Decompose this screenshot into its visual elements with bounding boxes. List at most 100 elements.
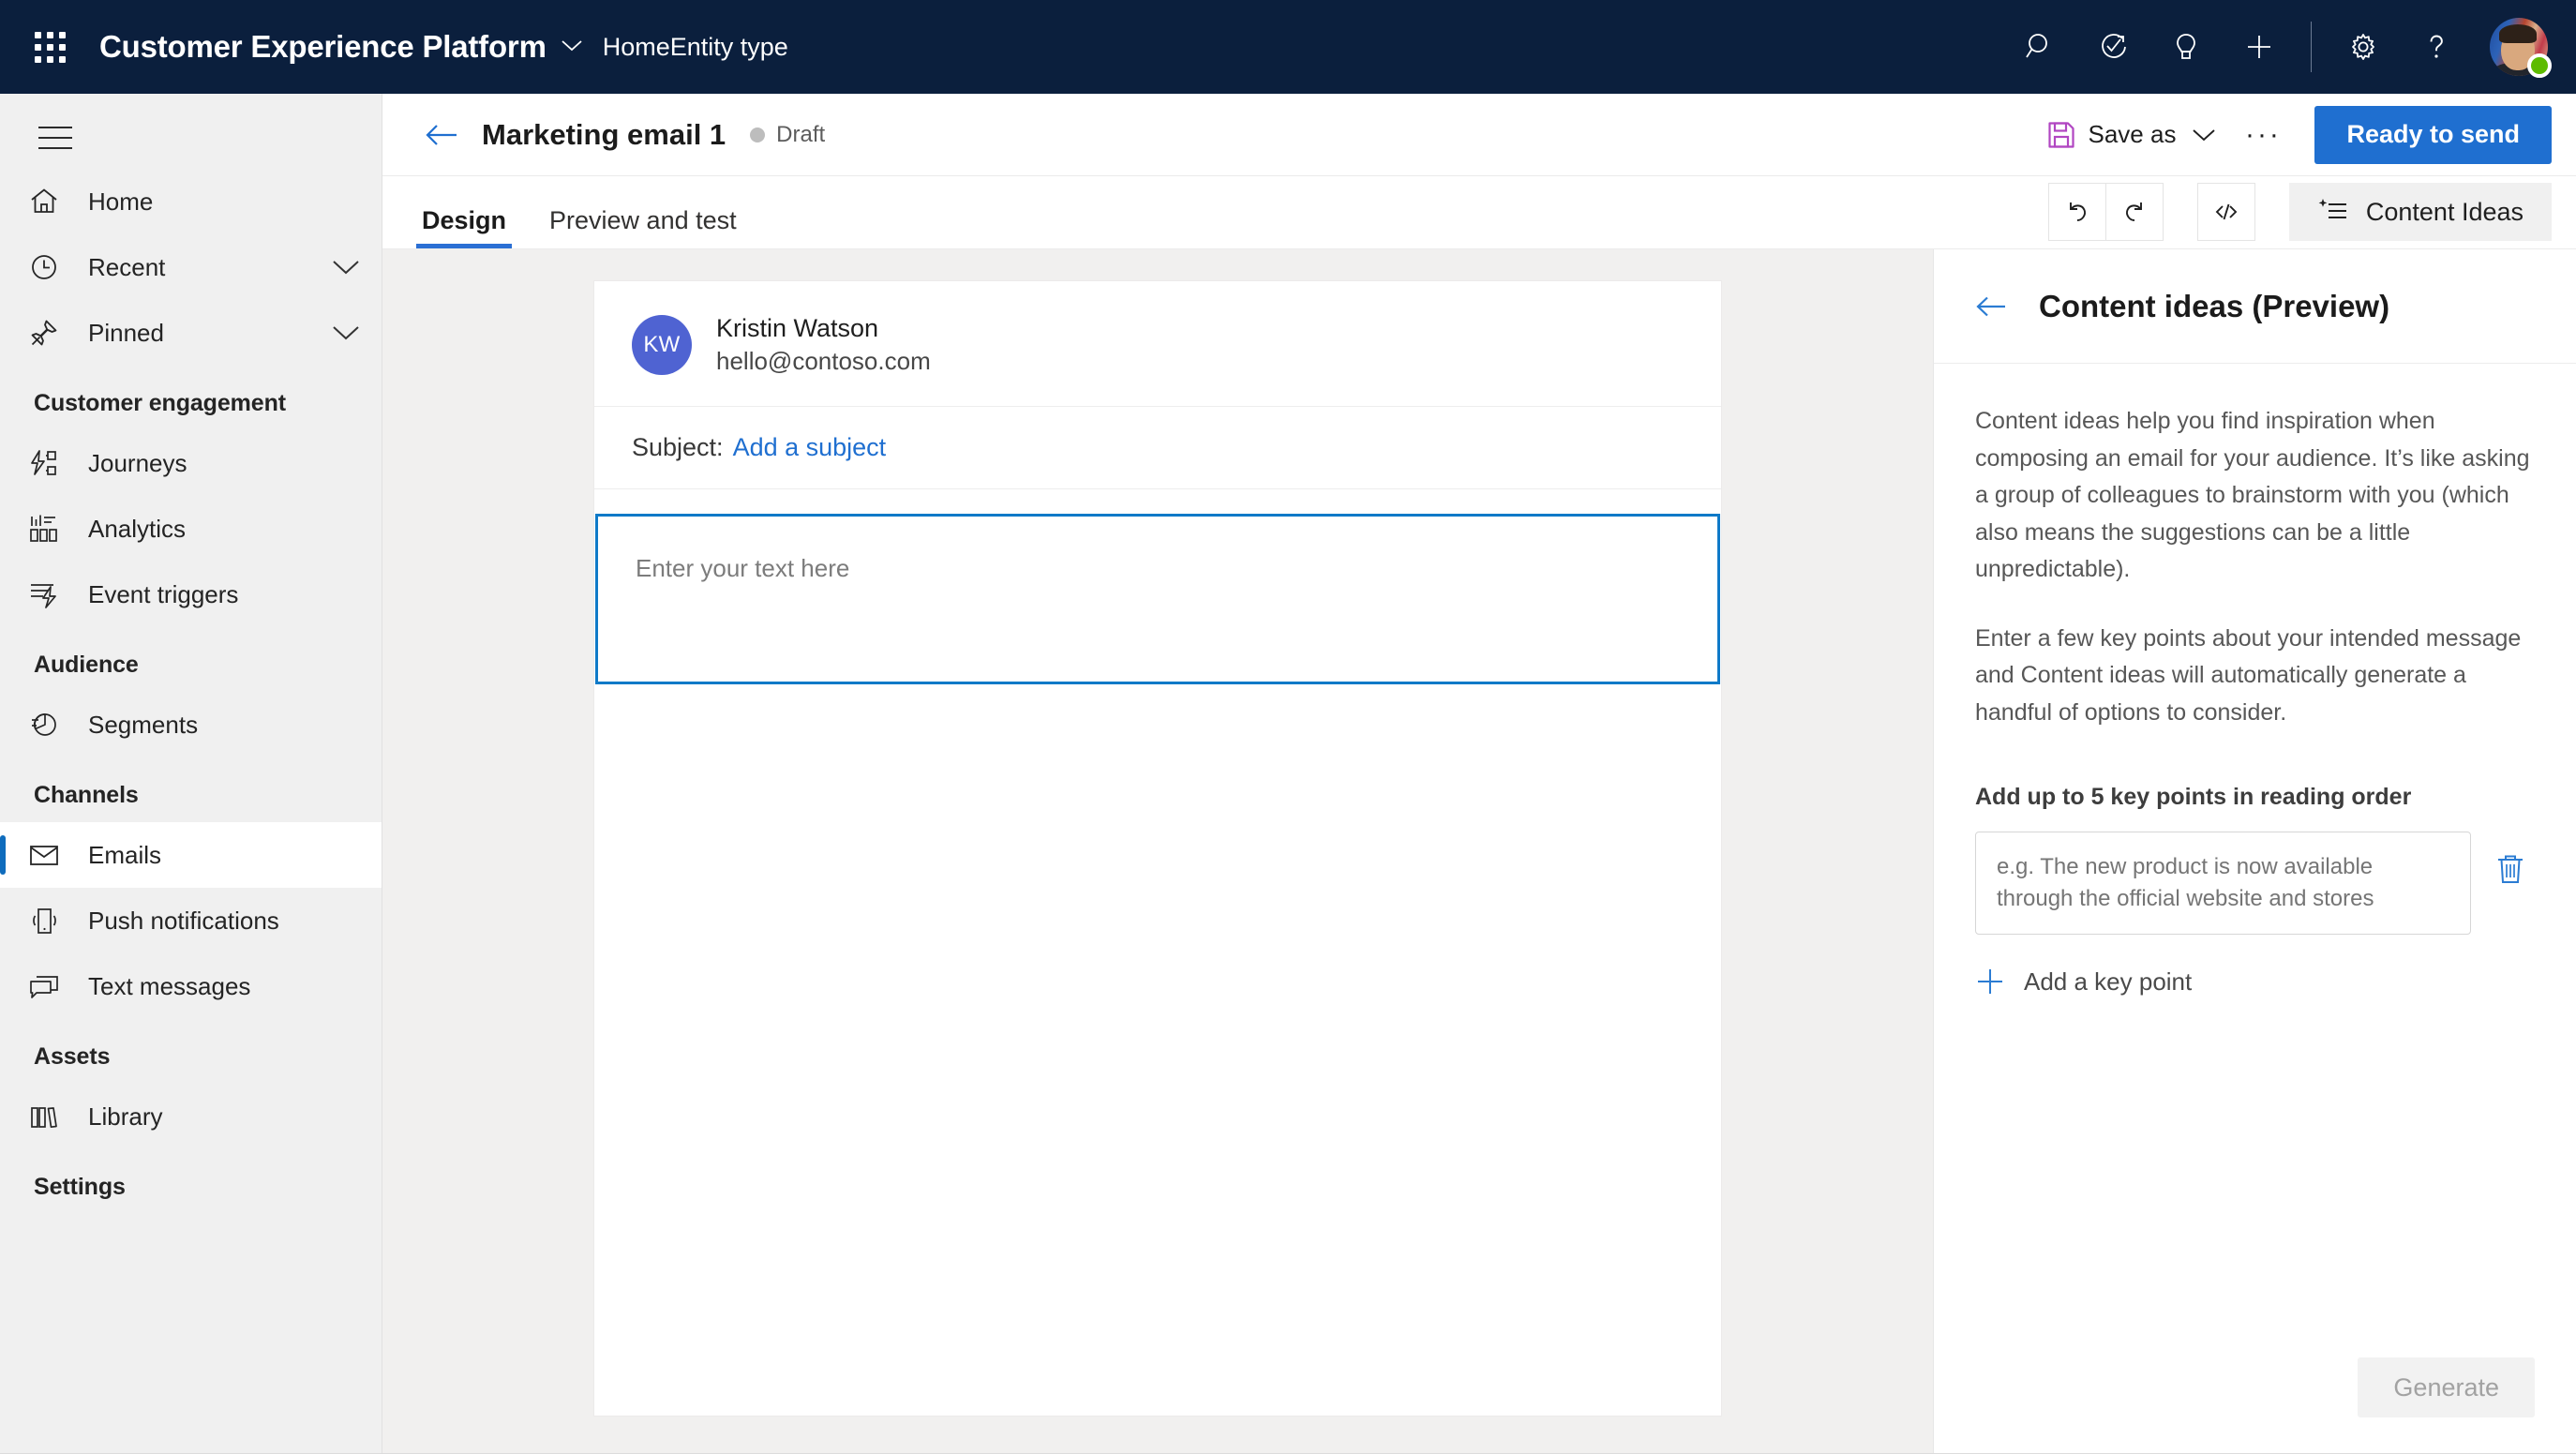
sidebar-group-title: Assets <box>34 1043 111 1070</box>
clock-icon <box>28 251 64 283</box>
avatar[interactable] <box>2482 10 2555 83</box>
content-ideas-label: Content Ideas <box>2365 197 2524 226</box>
main-region: Marketing email 1 Draft Save as ··· Read… <box>382 94 2576 1453</box>
sidebar-item-recent[interactable]: Recent <box>0 234 382 300</box>
breadcrumb: HomeEntity type <box>602 32 788 61</box>
panel-header: Content ideas (Preview) <box>1934 249 2576 364</box>
page-title: Marketing email 1 <box>482 117 726 151</box>
sender-email: hello@contoso.com <box>716 347 931 376</box>
content-ideas-button[interactable]: Content Ideas <box>2288 183 2552 241</box>
panel-spacer <box>1975 997 2535 1357</box>
presence-available-icon <box>2527 53 2552 78</box>
trash-icon[interactable] <box>2486 845 2535 893</box>
sidebar-item-text-messages[interactable]: Text messages <box>0 953 382 1019</box>
code-brackets-icon[interactable] <box>2196 183 2255 241</box>
pin-icon <box>28 317 64 349</box>
phone-push-icon <box>28 905 64 937</box>
panel-title: Content ideas (Preview) <box>2039 288 2390 323</box>
status-dot-icon <box>750 127 766 142</box>
segments-pie-icon <box>28 709 64 741</box>
email-card: KW Kristin Watson hello@contoso.com Subj… <box>594 281 1721 1416</box>
sidebar-group-title: Settings <box>34 1174 126 1200</box>
panel-paragraph-1: Content ideas help you find inspiration … <box>1975 408 2530 582</box>
redo-icon[interactable] <box>2104 183 2164 241</box>
gear-icon[interactable] <box>2327 10 2400 83</box>
sidebar-item-label: Event triggers <box>88 579 239 608</box>
home-icon <box>28 186 64 217</box>
undo-icon[interactable] <box>2047 183 2106 241</box>
panel-back-arrow-icon[interactable] <box>1968 283 2014 330</box>
email-body-placeholder: Enter your text here <box>636 554 850 582</box>
plus-icon[interactable] <box>2223 10 2296 83</box>
sidebar-item-home[interactable]: Home <box>0 169 382 234</box>
panel-paragraph-2: Enter a few key points about your intend… <box>1975 624 2522 726</box>
sidebar-item-journeys[interactable]: Journeys <box>0 430 382 496</box>
sidebar-item-label: Push notifications <box>88 906 279 935</box>
editor-toolbar: Content Ideas <box>2047 183 2552 248</box>
command-bar: Marketing email 1 Draft Save as ··· Read… <box>382 94 2576 176</box>
save-floppy-icon <box>2047 121 2075 149</box>
content-ideas-sparkle-icon <box>2317 197 2349 228</box>
sidebar-item-label: Emails <box>88 840 162 869</box>
app-title: Customer Experience Platform <box>99 29 547 64</box>
add-key-point-label: Add a key point <box>2024 967 2193 996</box>
header-actions <box>2003 0 2576 94</box>
email-canvas: KW Kristin Watson hello@contoso.com Subj… <box>382 249 1933 1453</box>
sender-name: Kristin Watson <box>716 314 879 342</box>
save-as-button[interactable]: Save as <box>2038 107 2227 163</box>
app-launcher-icon[interactable] <box>21 18 79 76</box>
email-text-block[interactable]: Enter your text here <box>595 514 1720 684</box>
journeys-icon <box>28 447 64 479</box>
sidebar-item-library[interactable]: Library <box>0 1084 382 1149</box>
hamburger-menu-icon[interactable] <box>24 107 86 169</box>
chevron-down-icon[interactable] <box>331 323 361 342</box>
chevron-down-icon[interactable] <box>331 258 361 277</box>
sidebar-item-label: Text messages <box>88 971 251 1000</box>
panel-body: Content ideas help you find inspiration … <box>1934 364 2576 1357</box>
save-as-label: Save as <box>2088 120 2177 148</box>
ready-to-send-button[interactable]: Ready to send <box>2314 105 2552 164</box>
back-arrow-icon[interactable] <box>416 110 467 160</box>
sender-meta: Kristin Watson hello@contoso.com <box>716 311 931 378</box>
add-key-point-button[interactable]: Add a key point <box>1975 967 2192 997</box>
tab-design[interactable]: Design <box>416 206 513 248</box>
email-subject-row: Subject: Add a subject <box>594 407 1721 489</box>
overflow-menu-icon[interactable]: ··· <box>2232 107 2294 163</box>
generate-button[interactable]: Generate <box>2358 1357 2535 1417</box>
sidebar: Home Recent Pinned Customer engagement J… <box>0 94 382 1453</box>
sidebar-item-label: Analytics <box>88 514 187 543</box>
sidebar-item-analytics[interactable]: Analytics <box>0 496 382 562</box>
sidebar-item-label: Home <box>88 187 154 216</box>
sidebar-item-label: Journeys <box>88 448 187 477</box>
sidebar-group-title: Channels <box>34 782 139 808</box>
chat-bubble-icon <box>28 970 64 1002</box>
event-triggers-icon <box>28 578 64 610</box>
help-icon[interactable] <box>2400 10 2473 83</box>
app-root: Customer Experience Platform HomeEntity … <box>0 0 2576 1454</box>
lightbulb-icon[interactable] <box>2149 10 2223 83</box>
keypoint-input[interactable] <box>1975 832 2471 936</box>
search-icon[interactable] <box>2003 10 2076 83</box>
add-subject-link[interactable]: Add a subject <box>733 433 887 462</box>
sidebar-item-label: Library <box>88 1102 163 1131</box>
sidebar-group-title: Customer engagement <box>34 390 286 416</box>
global-header: Customer Experience Platform HomeEntity … <box>0 0 2576 94</box>
sidebar-item-label: Pinned <box>88 318 164 347</box>
app-switcher-chevron-down-icon[interactable] <box>562 37 582 56</box>
plus-icon <box>1975 967 2005 997</box>
sidebar-item-pinned[interactable]: Pinned <box>0 300 382 366</box>
analytics-icon <box>28 513 64 545</box>
sidebar-item-emails[interactable]: Emails <box>0 822 382 888</box>
panel-subheading: Add up to 5 key points in reading order <box>1975 784 2412 810</box>
sidebar-item-event-triggers[interactable]: Event triggers <box>0 562 382 627</box>
chevron-down-icon[interactable] <box>2191 127 2217 143</box>
tab-preview-and-test[interactable]: Preview and test <box>544 206 742 248</box>
content-ideas-panel: Content ideas (Preview) Content ideas he… <box>1933 249 2576 1453</box>
status-badge: Draft <box>776 121 826 147</box>
sidebar-item-segments[interactable]: Segments <box>0 692 382 757</box>
subject-label: Subject: <box>632 433 724 461</box>
panel-footer: Generate <box>1934 1357 2576 1453</box>
sidebar-item-label: Recent <box>88 252 166 281</box>
sidebar-item-push-notifications[interactable]: Push notifications <box>0 888 382 953</box>
assistant-icon[interactable] <box>2076 10 2149 83</box>
